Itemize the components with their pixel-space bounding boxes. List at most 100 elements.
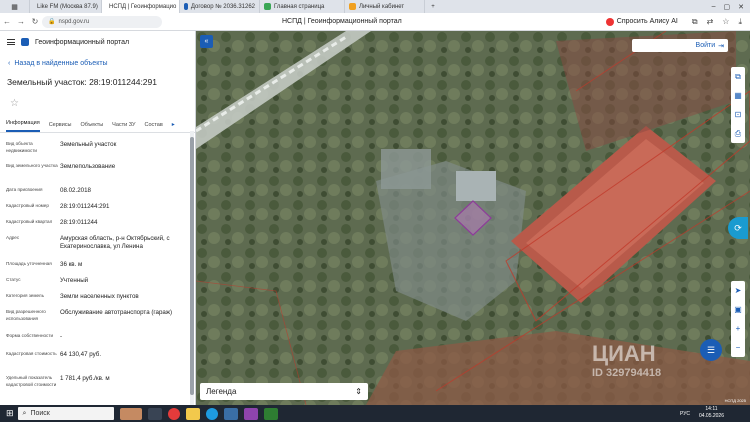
lock-icon: 🔒 [48, 19, 56, 25]
maximize-icon[interactable]: ▢ [724, 3, 731, 11]
toolbar-icons: ⧉ ⇄ ☆ ⤓ [678, 17, 750, 27]
tab-composition[interactable]: Состав [145, 122, 163, 132]
address-bar: ← → ↻ 🔒 nspd.gov.ru НСПД | Геоинформацио… [0, 13, 750, 31]
login-icon: ⇥ [718, 42, 724, 50]
taskbar: ⊞ ⌕ Поиск РУС 14:11 04.05.2026 [0, 405, 750, 422]
login-button[interactable]: Войти ⇥ [632, 39, 728, 52]
layers-icon[interactable]: ⧉ [735, 67, 741, 86]
new-tab-button[interactable]: + [425, 0, 441, 13]
translate-icon[interactable]: ⇄ [707, 17, 714, 27]
yandex-browser-icon[interactable] [167, 407, 180, 420]
windows-start-icon[interactable]: ⊞ [6, 408, 14, 419]
attr-value: Амурская область, р-н Октябрьский, с Ека… [60, 235, 170, 251]
back-arrow-icon[interactable]: ← [0, 17, 14, 26]
store-icon[interactable] [223, 407, 238, 420]
taskbar-search[interactable]: ⌕ Поиск [17, 407, 114, 420]
browser-menu[interactable]: ▦ [0, 0, 30, 13]
tab-objects[interactable]: Объекты [80, 122, 103, 132]
chat-button[interactable]: ☰ [700, 339, 722, 361]
map-type-icon[interactable]: ▣ [734, 300, 742, 319]
browser-tab-3[interactable]: Главная страница [260, 0, 345, 13]
collapse-panel-button[interactable]: « [200, 35, 213, 48]
list-item: Вид объекта недвижимости Земельный участ… [0, 141, 190, 154]
browser-tab-bar: ▦ Like FM (Москва 87.9) НСПД | Геоинформ… [0, 0, 750, 13]
locate-icon[interactable]: ➤ [735, 281, 742, 300]
browser-tab-4[interactable]: Личный кабинет [345, 0, 425, 13]
scrollbar-thumb[interactable] [190, 137, 194, 395]
back-link[interactable]: ‹ Назад в найденные объекты [0, 53, 195, 73]
attr-value: 36 кв. м [60, 261, 83, 268]
tab-information[interactable]: Информация [6, 120, 40, 132]
building-roof [456, 171, 496, 201]
chat-icon: ☰ [706, 344, 716, 355]
city-widget-icon[interactable] [119, 407, 142, 420]
watermark: ЦИАН ID 329794418 [592, 341, 661, 379]
clock-date: 04.05.2026 [698, 413, 724, 419]
browser-tab-0[interactable]: Like FM (Москва 87.9) [30, 0, 102, 13]
list-item: Адрес Амурская область, р-н Октябрьский,… [0, 235, 190, 251]
building-roof [381, 149, 431, 189]
close-window-icon[interactable]: ✕ [738, 3, 744, 11]
ask-alisa-button[interactable]: Спросить Алису AI [605, 17, 678, 26]
zoom-in-icon[interactable]: + [736, 319, 741, 338]
tab-services[interactable]: Сервисы [49, 122, 72, 132]
forward-arrow-icon[interactable]: → [14, 17, 28, 26]
minimize-icon[interactable]: – [712, 3, 716, 11]
list-item: Статус Учтенный [0, 277, 190, 285]
language-indicator[interactable]: РУС [680, 411, 690, 417]
edge-icon[interactable] [205, 407, 218, 420]
search-label: Поиск [30, 410, 50, 417]
list-item: Вид земельного участка Землепользование [0, 163, 190, 171]
assistant-tab-button[interactable]: ⟳ [728, 217, 748, 239]
satellite-map[interactable]: « Войти ⇥ ⧉ ▦ ⊡ ⎙ ⟳ ➤ ▣ + − ☰ ЦИАН ID 32… [196, 31, 750, 405]
attr-key: Категория земель [6, 293, 44, 298]
user-icon [349, 3, 356, 10]
window-controls: – ▢ ✕ [712, 3, 750, 11]
attr-key: Кадастровая стоимость [6, 351, 57, 356]
attr-key: Дата присвоения [6, 187, 43, 192]
attr-key: Площадь уточненная [6, 261, 52, 266]
attr-key: Вид объекта недвижимости [6, 141, 37, 153]
grid-icon: ▦ [11, 3, 18, 11]
attr-key: Форма собственности [6, 333, 54, 338]
zoom-out-icon[interactable]: − [736, 338, 741, 357]
alisa-icon [605, 17, 614, 26]
url-field[interactable]: 🔒 nspd.gov.ru [42, 15, 162, 28]
attr-value: 08.02.2018 [60, 187, 91, 194]
chevron-updown-icon: ⇕ [355, 387, 362, 396]
measure-icon[interactable]: ⊡ [735, 105, 742, 124]
list-item: Категория земель Земли населенных пункто… [0, 293, 190, 301]
tab-label: Главная страница [274, 3, 325, 10]
list-item: Кадастровый номер 28:19:011244:291 [0, 203, 190, 211]
screenshot-icon[interactable]: ⧉ [692, 17, 698, 27]
tab-parts[interactable]: Части ЗУ [112, 122, 135, 132]
attr-value: 28:19:011244 [60, 219, 98, 226]
task-view-icon[interactable] [147, 407, 162, 420]
attr-key: Вид земельного участка [6, 163, 58, 168]
attr-key: Вид разрешенного использования [6, 309, 46, 321]
chevron-left-icon: ‹ [8, 59, 11, 67]
print-icon[interactable]: ⎙ [735, 124, 741, 143]
download-icon[interactable]: ⤓ [738, 17, 742, 27]
attr-value: Учтенный [60, 277, 89, 284]
media-icon[interactable] [243, 407, 258, 420]
bookmark-icon[interactable]: ☆ [722, 17, 729, 27]
favorite-star-icon[interactable]: ☆ [0, 91, 195, 115]
reload-icon[interactable]: ↻ [28, 17, 42, 26]
list-item: Площадь уточненная 36 кв. м [0, 261, 190, 269]
tab-label: Договор № 2036.31262 [190, 3, 255, 10]
legend-dropdown[interactable]: Легенда ⇕ [200, 383, 368, 400]
portal-logo-icon [21, 38, 29, 46]
browser-tab-2[interactable]: Договор № 2036.31262 [180, 0, 260, 13]
menu-icon[interactable] [7, 39, 15, 45]
list-item: Дата присвоения 08.02.2018 [0, 187, 190, 195]
chevron-right-icon[interactable]: ▸ [172, 121, 175, 132]
clock[interactable]: 14:11 04.05.2026 [699, 406, 724, 420]
info-tabs: Информация Сервисы Объекты Части ЗУ Сост… [0, 115, 195, 133]
browser-tab-1[interactable]: НСПД | Геоинформацио ✕ [102, 0, 180, 13]
file-explorer-icon[interactable] [185, 407, 200, 420]
refresh-icon: ⟳ [734, 222, 742, 233]
panel-scrollbar[interactable] [190, 131, 194, 405]
grid-icon[interactable]: ▦ [734, 86, 742, 105]
app-icon[interactable] [263, 407, 278, 420]
